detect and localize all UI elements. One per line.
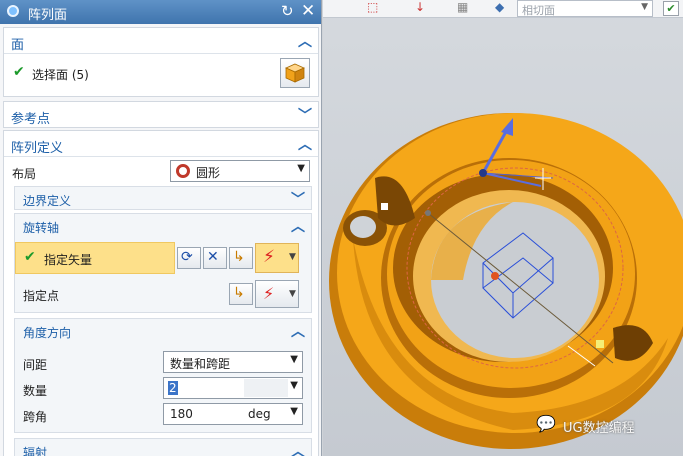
chevron-up-icon[interactable]: ︿ [298, 31, 312, 51]
face-section: 面 ︿ ✔ 选择面 (5) [3, 27, 319, 97]
reverse-direction-icon: ✕ [207, 249, 219, 265]
toolbar-select-icon[interactable]: ▦ [457, 0, 468, 14]
reset-icon[interactable]: ↻ [281, 2, 294, 20]
count-value: 2 [168, 381, 178, 395]
chevron-up-icon[interactable]: ︿ [291, 321, 305, 341]
reference-point-title: 参考点 [11, 112, 51, 127]
watermark: 💬 UG数控编程 [536, 414, 676, 436]
viewport-toolbar: ⬚ ↓ ▦ ◆ 相切面 ▼ ✔ [323, 0, 683, 18]
span-angle-value: 180 [170, 407, 193, 421]
span-angle-label: 跨角 [23, 410, 48, 424]
chevron-down-icon[interactable]: ﹀ [298, 105, 312, 125]
watermark-text: UG数控编程 [563, 421, 635, 436]
circular-layout-icon [176, 164, 190, 178]
array-definition-header[interactable]: 阵列定义 ︿ [4, 131, 318, 157]
dropdown-arrow-icon: ▼ [641, 2, 648, 12]
vector-reverse-button[interactable]: ✕ [203, 247, 227, 269]
array-definition-section: 阵列定义 ︿ 布局 圆形 ▼ 边界定义 ﹀ 旋转轴 ︿ ✔ 指定矢量 ⟳ ✕ ↳… [3, 130, 319, 456]
vector-axis-button[interactable]: ↳ [229, 247, 253, 269]
count-input[interactable]: 2 ▼ [163, 377, 303, 399]
toolbar-tool-icon[interactable]: ⬚ [367, 0, 378, 14]
dropdown-arrow-icon[interactable]: ▼ [289, 289, 296, 299]
point-origin-button[interactable]: ↳ [229, 283, 253, 305]
part-model [329, 113, 683, 449]
face-rule-select[interactable]: 相切面 ▼ [517, 0, 653, 17]
array-definition-title: 阵列定义 [11, 141, 64, 156]
reference-point-section: 参考点 ﹀ [3, 101, 319, 128]
face-section-header[interactable]: 面 ︿ [4, 28, 318, 54]
reference-point-header[interactable]: 参考点 ﹀ [4, 102, 318, 128]
toolbar-snap-icon[interactable]: ↓ [415, 0, 425, 14]
rotation-axis-title: 旋转轴 [23, 221, 60, 235]
span-angle-unit: deg [248, 407, 271, 421]
specify-point-label: 指定点 [23, 289, 60, 303]
boundary-definition-title: 边界定义 [23, 194, 72, 208]
point-constructor-icon: ⚡ [263, 284, 275, 303]
radiate-subsection: 辐射 ︿ [14, 438, 312, 456]
graphics-viewport[interactable]: ⬚ ↓ ▦ ◆ 相切面 ▼ ✔ 💬 UG数控编程 [323, 0, 683, 456]
spacing-value: 数量和跨距 [170, 357, 231, 371]
toolbar-checkbox[interactable]: ✔ [663, 1, 679, 16]
select-face-label[interactable]: 选择面 (5) [32, 66, 89, 83]
toolbar-view-icon[interactable]: ◆ [495, 0, 504, 14]
dropdown-arrow-icon: ▼ [290, 354, 298, 365]
spacing-label: 间距 [23, 358, 48, 372]
rotation-axis-subsection: 旋转轴 ︿ ✔ 指定矢量 ⟳ ✕ ↳ ⚡ ▼ 指定点 ↳ ⚡ ▼ [14, 213, 312, 313]
dialog-title: 阵列面 [28, 8, 68, 23]
rotation-axis-header[interactable]: 旋转轴 ︿ [15, 214, 311, 238]
select-face-button[interactable] [280, 58, 310, 88]
layout-value: 圆形 [196, 166, 221, 180]
chevron-up-icon[interactable]: ︿ [291, 441, 305, 456]
wechat-icon: 💬 [536, 414, 556, 433]
specify-vector-row[interactable]: ✔ 指定矢量 [15, 242, 175, 274]
dropdown-arrow-icon: ▼ [297, 163, 305, 174]
vector-constructor-icon: ⚡ [263, 247, 275, 267]
dropdown-arrow-icon: ▼ [290, 406, 298, 417]
app-icon [7, 5, 19, 17]
count-label: 数量 [23, 384, 48, 398]
chevron-up-icon[interactable]: ︿ [291, 216, 305, 236]
point-constructor-button[interactable]: ⚡ ▼ [255, 280, 299, 308]
rotate-vector-icon: ⟳ [181, 249, 193, 265]
array-face-dialog: 阵列面 ↻ ✕ 面 ︿ ✔ 选择面 (5) 参考点 ﹀ 阵列定义 ︿ 布局 圆形… [0, 0, 322, 456]
angle-direction-title: 角度方向 [23, 326, 72, 340]
chevron-up-icon[interactable]: ︿ [298, 134, 312, 154]
check-icon: ✔ [24, 249, 36, 265]
dropdown-arrow-icon[interactable]: ▼ [289, 252, 296, 262]
vector-rotate-button[interactable]: ⟳ [177, 247, 201, 269]
count-input-track [244, 379, 288, 397]
dialog-title-bar[interactable]: 阵列面 ↻ ✕ [0, 0, 321, 24]
angle-direction-subsection: 角度方向 ︿ 间距 数量和跨距 ▼ 数量 2 ▼ 跨角 180 deg ▼ [14, 318, 312, 433]
axis-origin-icon: ↳ [233, 249, 245, 265]
layout-label: 布局 [12, 167, 37, 181]
span-angle-input[interactable]: 180 deg ▼ [163, 403, 303, 425]
face-rule-value: 相切面 [522, 4, 555, 17]
angle-direction-header[interactable]: 角度方向 ︿ [15, 319, 311, 343]
radiate-title: 辐射 [23, 446, 48, 456]
check-icon: ✔ [13, 64, 25, 80]
radiate-header[interactable]: 辐射 ︿ [15, 439, 311, 456]
boundary-definition-subsection: 边界定义 ﹀ [14, 186, 312, 210]
spacing-select[interactable]: 数量和跨距 ▼ [163, 351, 303, 373]
layout-select[interactable]: 圆形 ▼ [170, 160, 310, 182]
specify-vector-label: 指定矢量 [44, 253, 93, 267]
face-section-title: 面 [11, 38, 25, 53]
close-icon[interactable]: ✕ [301, 1, 315, 21]
point-origin-icon: ↳ [233, 285, 245, 301]
dropdown-arrow-icon: ▼ [290, 380, 298, 391]
vector-constructor-button[interactable]: ⚡ ▼ [255, 243, 299, 273]
boundary-definition-header[interactable]: 边界定义 ﹀ [15, 187, 311, 211]
chevron-down-icon[interactable]: ﹀ [291, 189, 305, 209]
face-cube-icon [285, 63, 305, 83]
